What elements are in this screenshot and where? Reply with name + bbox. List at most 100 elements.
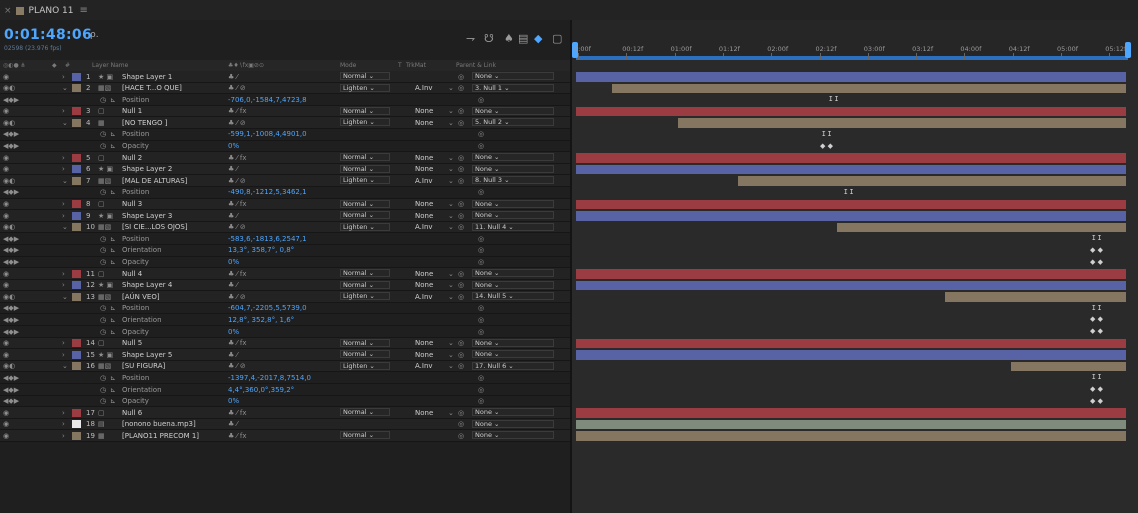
av-switches[interactable]: ◉ (3, 107, 9, 115)
layer-row[interactable]: ◉◐ ⌄ 2 ▦▧ [HACE T...O QUE] ♣ ⁄ ⊘ Lighten ⌄ A.In… (0, 82, 570, 95)
parent-dropdown[interactable]: None ⌄ (472, 211, 554, 220)
av-switches[interactable]: ◉ (3, 270, 9, 278)
graph-editor-icon[interactable]: ◆ (534, 32, 542, 45)
mode-dropdown[interactable]: Lighten ⌄ (340, 222, 390, 231)
trkmat-label[interactable]: A.Inv (415, 223, 433, 231)
switches[interactable]: ♣ ⁄ ⊘ (228, 177, 246, 185)
parent-dropdown[interactable]: None ⌄ (472, 338, 554, 347)
switches[interactable]: ♣ ⁄ fx (228, 270, 247, 278)
layer-row[interactable]: ◉◐ ⌄ 7 ▦▧ [MAL DE ALTURAS] ♣ ⁄ ⊘ Lighten ⌄ A.In… (0, 175, 570, 187)
layer-name[interactable]: [HACE T...O QUE] (122, 84, 182, 92)
label-color-swatch[interactable] (72, 362, 81, 371)
keyframes[interactable]: ◆ ◆ (1090, 315, 1103, 323)
switches[interactable]: ♣ ⁄ fx (228, 154, 247, 162)
trkmat-label[interactable]: A.Inv (415, 293, 433, 301)
label-color-swatch[interactable] (72, 211, 81, 220)
layer-row[interactable]: ◉◐ ⌄ 4 ▦ [NO TENGO ] ♣ ⁄ ⊘ Lighten ⌄ None ⌄ ◎ 5. N… (0, 117, 570, 129)
layer-name[interactable]: Null 5 (122, 339, 142, 347)
layer-bar[interactable] (611, 83, 1126, 94)
property-row[interactable]: ◀◆▶ ◷ ⊾ Position -706,0,-1584,7,4723,8 ◎ (0, 94, 570, 106)
av-switches[interactable]: ◉ (3, 351, 9, 359)
layer-bar[interactable] (576, 419, 1126, 430)
layer-name[interactable]: Null 6 (122, 409, 142, 417)
keyframes[interactable]: ⵊ ⵊ (829, 95, 838, 103)
expand-arrow-icon[interactable]: ⌄ (62, 177, 68, 185)
av-switches[interactable]: ◉ (3, 339, 9, 347)
switches[interactable]: ♣ ⁄ (228, 165, 238, 173)
trkmat-chevron-icon[interactable]: ⌄ (448, 351, 454, 359)
switches[interactable]: ♣ ⁄ ⊘ (228, 119, 246, 127)
keyframe-nav-icon[interactable]: ◀◆▶ (3, 142, 19, 150)
label-color-swatch[interactable] (72, 269, 81, 278)
mode-dropdown[interactable]: Normal ⌄ (340, 164, 390, 173)
trkmat-label[interactable]: None (415, 339, 433, 347)
layer-row[interactable]: ◉ › 3 ▢ Null 1 ♣ ⁄ fx Normal ⌄ None ⌄ ◎ None ⌄ (0, 105, 570, 118)
expand-arrow-icon[interactable]: › (62, 107, 65, 115)
layer-row[interactable]: ◉ › 12 ★ ▣ Shape Layer 4 ♣ ⁄ Normal ⌄ None ⌄ ◎ Non… (0, 279, 570, 292)
keyframe-nav-icon[interactable]: ◀◆▶ (3, 328, 19, 336)
stopwatch-icon[interactable]: ◷ (100, 386, 106, 394)
layer-bar[interactable] (576, 72, 1126, 82)
switches[interactable]: ♣ ⁄ fx (228, 200, 247, 208)
mode-dropdown[interactable]: Normal ⌄ (340, 199, 390, 208)
keyframes[interactable]: ◆ ◆ (1090, 246, 1103, 254)
label-color-swatch[interactable] (72, 292, 81, 301)
label-color-swatch[interactable] (72, 118, 81, 127)
layer-bar[interactable] (576, 338, 1126, 349)
keyframes[interactable]: ⵊ ⵊ (844, 188, 853, 196)
trkmat-chevron-icon[interactable]: ⌄ (448, 200, 454, 208)
layer-bar[interactable] (576, 153, 1126, 163)
parent-dropdown[interactable]: None ⌄ (472, 350, 554, 359)
parent-dropdown[interactable]: None ⌄ (472, 419, 554, 428)
expand-arrow-icon[interactable]: › (62, 200, 65, 208)
trkmat-label[interactable]: None (415, 119, 433, 127)
keyframe-nav-icon[interactable]: ◀◆▶ (3, 397, 19, 405)
layer-bar[interactable] (576, 350, 1126, 360)
keyframes[interactable]: ⵊ ⵊ (1092, 234, 1101, 242)
keyframes[interactable]: ⵊ ⵊ (822, 130, 831, 138)
trkmat-chevron-icon[interactable]: ⌄ (448, 270, 454, 278)
parent-pickwhip-icon[interactable]: ◎ (458, 432, 464, 440)
parent-dropdown[interactable]: 8. Null 3 ⌄ (472, 176, 554, 185)
keyframe-nav-icon[interactable]: ◀◆▶ (3, 386, 19, 394)
label-color-swatch[interactable] (72, 223, 81, 232)
parent-dropdown[interactable]: 17. Null 6 ⌄ (472, 361, 554, 370)
av-switches[interactable]: ◉◐ (3, 177, 15, 185)
av-switches[interactable]: ◉ (3, 409, 9, 417)
switches[interactable]: ♣ ⁄ (228, 212, 238, 220)
expand-arrow-icon[interactable]: ⌄ (62, 223, 68, 231)
property-value[interactable]: -1397,4,-2017,8,7514,0 (228, 374, 311, 382)
parent-dropdown[interactable]: None ⌄ (472, 106, 554, 115)
label-color-swatch[interactable] (72, 200, 81, 209)
mode-dropdown[interactable]: Lighten ⌄ (340, 83, 390, 92)
parent-pickwhip-icon[interactable]: ◎ (458, 119, 464, 127)
trkmat-chevron-icon[interactable]: ⌄ (448, 362, 454, 370)
layer-row[interactable]: ◉ › 5 ▢ Null 2 ♣ ⁄ fx Normal ⌄ None ⌄ ◎ None ⌄ (0, 152, 570, 164)
expression-pickwhip-icon[interactable]: ◎ (478, 397, 484, 405)
layer-bar[interactable] (576, 199, 1126, 210)
layer-name[interactable]: [MAL DE ALTURAS] (122, 177, 187, 185)
trkmat-chevron-icon[interactable]: ⌄ (448, 107, 454, 115)
expand-arrow-icon[interactable]: › (62, 420, 65, 428)
keyframes[interactable]: ⵊ ⵊ (1092, 304, 1101, 312)
parent-pickwhip-icon[interactable]: ◎ (458, 293, 464, 301)
layer-name[interactable]: Shape Layer 5 (122, 351, 172, 359)
property-row[interactable]: ◀◆▶ ◷ ⊾ Position -1397,4,-2017,8,7514,0 ◎ (0, 372, 570, 385)
property-value[interactable]: -604,7,-2205,5,5739,0 (228, 304, 307, 312)
av-switches[interactable]: ◉◐ (3, 84, 15, 92)
expand-arrow-icon[interactable]: › (62, 165, 65, 173)
draft3d-icon[interactable]: ⇁ (466, 32, 475, 45)
av-switches[interactable]: ◉◐ (3, 223, 15, 231)
keyframes[interactable]: ⵊ ⵊ (1092, 373, 1101, 381)
layer-bar[interactable] (837, 222, 1126, 233)
expression-pickwhip-icon[interactable]: ◎ (478, 130, 484, 138)
layer-row[interactable]: ◉ › 9 ★ ▣ Shape Layer 3 ♣ ⁄ Normal ⌄ None ⌄ ◎ None… (0, 210, 570, 222)
menu-icon[interactable]: ≡ (79, 5, 87, 16)
switches[interactable]: ♣ ⁄ fx (228, 409, 247, 417)
parent-pickwhip-icon[interactable]: ◎ (458, 154, 464, 162)
trkmat-label[interactable]: None (415, 165, 433, 173)
layer-row[interactable]: ◉ › 1 ★ ▣ Shape Layer 1 ♣ ⁄ Normal ⌄ ◎ None ⌄ (0, 71, 570, 83)
trkmat-chevron-icon[interactable]: ⌄ (448, 339, 454, 347)
parent-dropdown[interactable]: 5. Null 2 ⌄ (472, 118, 554, 127)
current-timecode[interactable]: 0:01:48:06 (4, 27, 92, 43)
